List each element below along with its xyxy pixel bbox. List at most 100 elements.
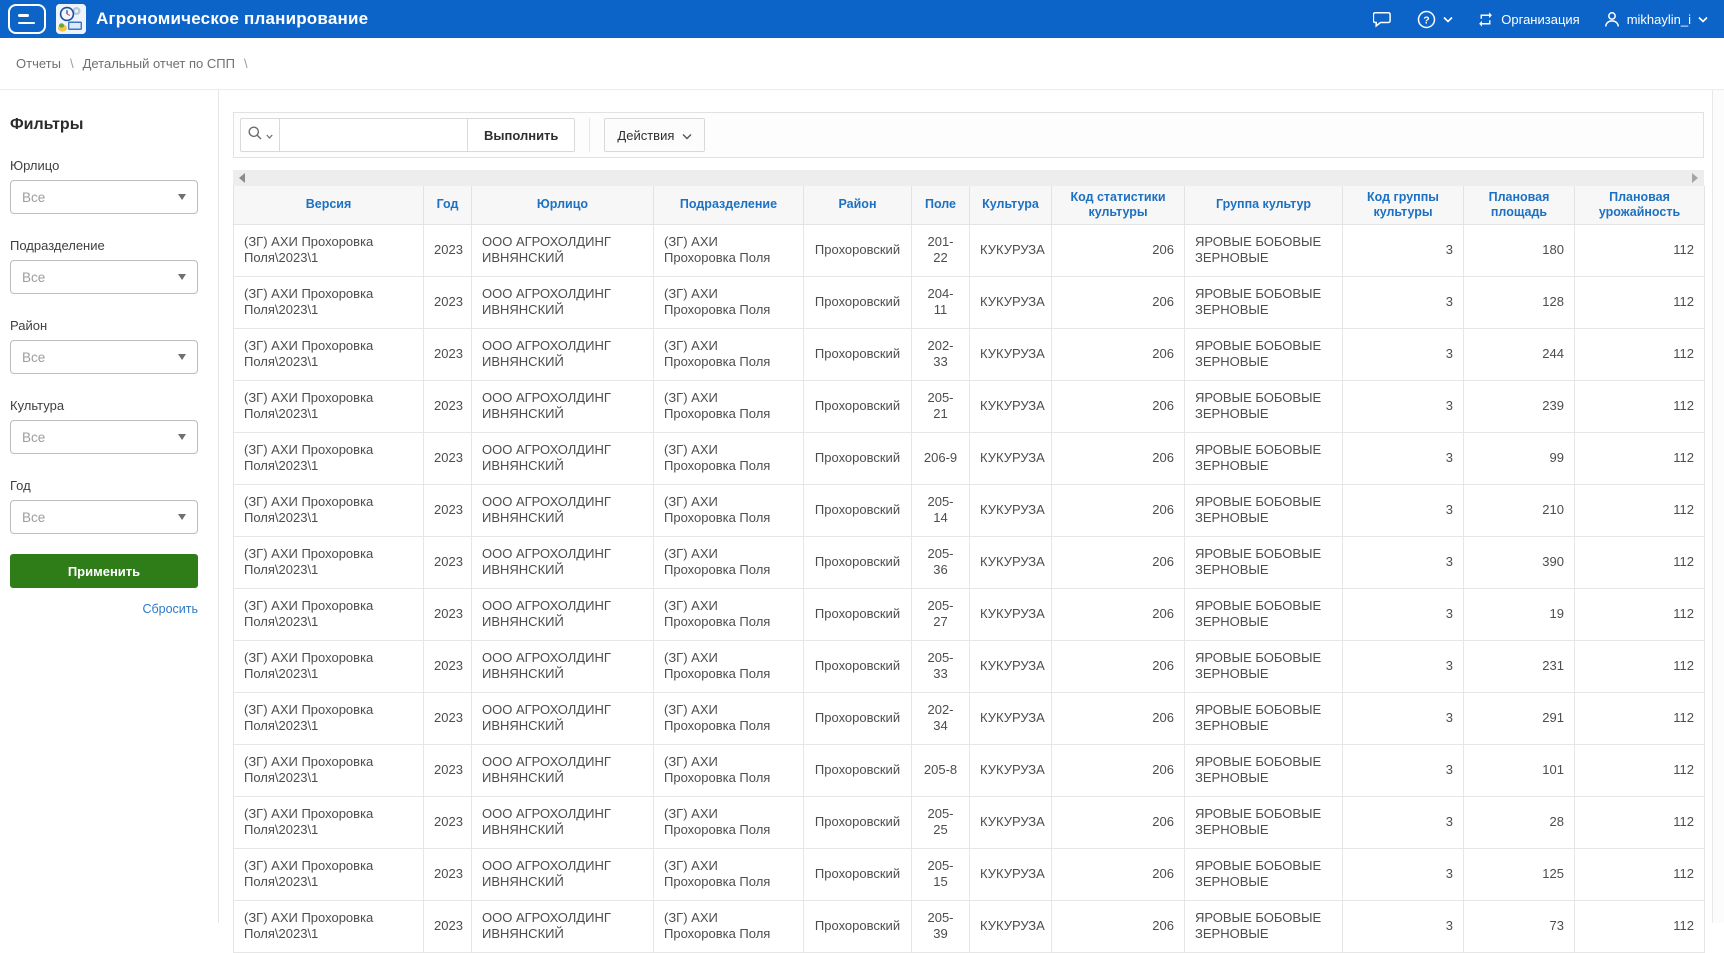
cell: 3 (1343, 796, 1464, 848)
hamburger-menu-icon[interactable] (8, 4, 46, 34)
cell: ЯРОВЫЕ БОБОВЫЕ ЗЕРНОВЫЕ (1185, 588, 1343, 640)
run-button[interactable]: Выполнить (468, 118, 575, 152)
scroll-right-icon[interactable] (1692, 173, 1698, 183)
cell: ООО АГРОХОЛДИНГ ИВНЯНСКИЙ (472, 848, 654, 900)
cell: 112 (1575, 380, 1705, 432)
filter-select-division[interactable]: Все (10, 260, 198, 294)
filter-select-year[interactable]: Все (10, 500, 198, 534)
vertical-scrollbar[interactable] (1712, 90, 1724, 923)
breadcrumb-item-reports[interactable]: Отчеты (16, 56, 61, 71)
cell: ЯРОВЫЕ БОБОВЫЕ ЗЕРНОВЫЕ (1185, 692, 1343, 744)
cell: 3 (1343, 692, 1464, 744)
cell: Прохоровский (804, 796, 912, 848)
cell: ООО АГРОХОЛДИНГ ИВНЯНСКИЙ (472, 744, 654, 796)
filter-select-legal-entity[interactable]: Все (10, 180, 198, 214)
cell: 2023 (424, 276, 472, 328)
cell: КУКУРУЗА (970, 640, 1052, 692)
cell: Прохоровский (804, 692, 912, 744)
chevron-down-icon (1698, 16, 1708, 23)
cell: (ЗГ) АХИ Прохоровка Поля (654, 484, 804, 536)
cell: 205-36 (912, 536, 970, 588)
filter-select-district[interactable]: Все (10, 340, 198, 374)
actions-menu-button[interactable]: Действия (604, 118, 705, 152)
feedback-button[interactable] (1373, 10, 1393, 28)
cell: 99 (1464, 432, 1575, 484)
cell: 206 (1052, 640, 1185, 692)
cell: 112 (1575, 796, 1705, 848)
filter-select-value: Все (22, 430, 45, 445)
reset-link[interactable]: Сбросить (10, 602, 198, 616)
table-row: (ЗГ) АХИ Прохоровка Поля\2023\12023ООО А… (234, 328, 1705, 380)
actions-label: Действия (617, 128, 674, 143)
cell: 112 (1575, 848, 1705, 900)
filter-select-culture[interactable]: Все (10, 420, 198, 454)
cell: ООО АГРОХОЛДИНГ ИВНЯНСКИЙ (472, 900, 654, 952)
cell: 2023 (424, 224, 472, 276)
cell: 19 (1464, 588, 1575, 640)
column-header-4[interactable]: Район (804, 186, 912, 224)
cell: ООО АГРОХОЛДИНГ ИВНЯНСКИЙ (472, 224, 654, 276)
cell: 206 (1052, 484, 1185, 536)
table-row: (ЗГ) АХИ Прохоровка Поля\2023\12023ООО А… (234, 848, 1705, 900)
column-header-9[interactable]: Код группы культуры (1343, 186, 1464, 224)
cell: (ЗГ) АХИ Прохоровка Поля (654, 432, 804, 484)
cell: 205-25 (912, 796, 970, 848)
breadcrumb: Отчеты \ Детальный отчет по СПП \ (0, 38, 1724, 90)
cell: КУКУРУЗА (970, 328, 1052, 380)
cell: 244 (1464, 328, 1575, 380)
horizontal-scrollbar[interactable] (233, 170, 1704, 186)
cell: ЯРОВЫЕ БОБОВЫЕ ЗЕРНОВЫЕ (1185, 432, 1343, 484)
column-header-10[interactable]: Плановая площадь (1464, 186, 1575, 224)
column-header-5[interactable]: Поле (912, 186, 970, 224)
cell: 204-11 (912, 276, 970, 328)
cell: КУКУРУЗА (970, 588, 1052, 640)
cell: КУКУРУЗА (970, 848, 1052, 900)
column-header-11[interactable]: Плановая урожайность (1575, 186, 1705, 224)
cell: Прохоровский (804, 848, 912, 900)
cell: (ЗГ) АХИ Прохоровка Поля (654, 224, 804, 276)
cell: 112 (1575, 328, 1705, 380)
cell: Прохоровский (804, 224, 912, 276)
column-header-3[interactable]: Подразделение (654, 186, 804, 224)
cell: 3 (1343, 536, 1464, 588)
filters-title: Фильтры (10, 116, 198, 134)
cell: 112 (1575, 484, 1705, 536)
cell: ЯРОВЫЕ БОБОВЫЕ ЗЕРНОВЫЕ (1185, 536, 1343, 588)
column-header-0[interactable]: Версия (234, 186, 424, 224)
filter-label-year: Год (10, 478, 198, 493)
column-header-6[interactable]: Культура (970, 186, 1052, 224)
cell: 206 (1052, 796, 1185, 848)
help-menu-button[interactable]: ? (1417, 10, 1453, 29)
cell: 112 (1575, 692, 1705, 744)
cell: ООО АГРОХОЛДИНГ ИВНЯНСКИЙ (472, 796, 654, 848)
column-header-8[interactable]: Группа культур (1185, 186, 1343, 224)
scroll-left-icon[interactable] (239, 173, 245, 183)
cell: ООО АГРОХОЛДИНГ ИВНЯНСКИЙ (472, 276, 654, 328)
organization-switcher[interactable]: Организация (1477, 11, 1579, 28)
column-header-2[interactable]: Юрлицо (472, 186, 654, 224)
cell: (ЗГ) АХИ Прохоровка Поля\2023\1 (234, 588, 424, 640)
user-icon (1604, 11, 1620, 28)
search-input[interactable] (280, 118, 468, 152)
cell: 3 (1343, 432, 1464, 484)
column-header-1[interactable]: Год (424, 186, 472, 224)
select-caret-icon (178, 274, 186, 280)
cell: 210 (1464, 484, 1575, 536)
cell: 2023 (424, 796, 472, 848)
cell: КУКУРУЗА (970, 484, 1052, 536)
column-header-7[interactable]: Код статистики культуры (1052, 186, 1185, 224)
select-caret-icon (178, 194, 186, 200)
user-menu[interactable]: mikhaylin_i (1604, 11, 1708, 28)
cell: 2023 (424, 328, 472, 380)
cell: 205-8 (912, 744, 970, 796)
cell: (ЗГ) АХИ Прохоровка Поля (654, 276, 804, 328)
cell: (ЗГ) АХИ Прохоровка Поля\2023\1 (234, 536, 424, 588)
breadcrumb-item-detail-report[interactable]: Детальный отчет по СПП (83, 56, 235, 71)
search-bar: Выполнить (240, 118, 575, 152)
cell: ЯРОВЫЕ БОБОВЫЕ ЗЕРНОВЫЕ (1185, 900, 1343, 952)
table-row: (ЗГ) АХИ Прохоровка Поля\2023\12023ООО А… (234, 744, 1705, 796)
search-options-button[interactable] (240, 118, 280, 152)
apply-button[interactable]: Применить (10, 554, 198, 588)
select-caret-icon (178, 514, 186, 520)
organization-label: Организация (1501, 12, 1579, 27)
